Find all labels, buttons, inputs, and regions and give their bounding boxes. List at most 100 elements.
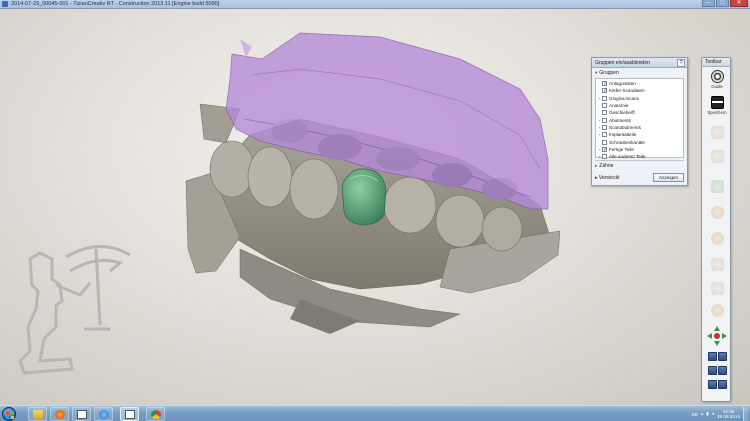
hidden-row: ▸ Versteckt Anzeigen: [592, 173, 687, 182]
checkbox[interactable]: [602, 95, 607, 101]
groups-panel: Gruppen ein/ausblenden ? ▾ Gruppen ✓ Anta…: [591, 57, 688, 186]
list-item[interactable]: Anatomie: [596, 102, 683, 109]
view-top-button[interactable]: [708, 380, 717, 389]
view-bottom-button[interactable]: [718, 380, 727, 389]
window-title: 2014-07-29_00045-001 - TizianCreativ RT …: [11, 1, 220, 7]
minimize-button[interactable]: –: [702, 0, 715, 7]
taskbar: DE ▴ ▮ ◂ 14:38 18.08.2014: [0, 405, 750, 421]
taskbar-app-1[interactable]: [72, 407, 91, 421]
teeth-section-header[interactable]: ▸ Zähne: [592, 161, 687, 171]
checkbox[interactable]: ✓: [602, 88, 607, 94]
taskbar-media-player[interactable]: [50, 407, 69, 421]
app-logo-icon: [77, 410, 87, 419]
tool-icon: [710, 282, 724, 295]
checkbox[interactable]: [602, 124, 607, 130]
list-item[interactable]: Geschiebe/ff: [596, 109, 683, 116]
crown-restoration[interactable]: [341, 168, 387, 226]
checkbox[interactable]: [602, 117, 607, 123]
tray-arrow-icon[interactable]: ▴: [701, 411, 703, 417]
volume-icon[interactable]: ◂: [712, 411, 714, 417]
tool-button[interactable]: [705, 282, 729, 296]
navigation-cross-icon[interactable]: [707, 326, 727, 346]
hidden-label: Versteckt: [598, 174, 620, 181]
taskbar-explorer[interactable]: [28, 407, 47, 421]
group-list: ✓ Antagonisten ✓ Kiefer-Scandaten + Gingiva…: [595, 78, 684, 160]
save-label: Speichern: [707, 110, 727, 115]
arrow-tool-icon: [710, 180, 724, 193]
app-icon: [2, 1, 8, 7]
list-item[interactable]: ✓ Antagonisten: [596, 80, 683, 87]
close-button[interactable]: ✕: [730, 0, 748, 7]
list-item[interactable]: + ✓ Fertige Teile: [596, 146, 683, 153]
undo-button[interactable]: [705, 126, 729, 140]
app-logo-icon: [125, 410, 135, 419]
list-item[interactable]: + Implantatteile: [596, 131, 683, 138]
group-label: Implantatteile: [609, 132, 637, 138]
expand-arrow-icon: ▸: [595, 163, 598, 168]
tool-icon: [710, 258, 724, 271]
groups-panel-title: Gruppen ein/ausblenden: [595, 59, 650, 66]
toolbar: Toolbar Guide Speichern: [701, 57, 731, 402]
taskbar-app-active[interactable]: [120, 407, 139, 421]
view-left-button[interactable]: [708, 366, 717, 375]
show-button[interactable]: Anzeigen: [652, 173, 684, 182]
guide-button[interactable]: Guide: [705, 70, 729, 89]
logo-watermark: [18, 245, 131, 375]
media-player-icon: [55, 410, 65, 419]
tool-icon: [710, 232, 724, 245]
help-button[interactable]: ?: [677, 59, 685, 67]
clock[interactable]: 14:38 18.08.2014: [717, 409, 740, 420]
group-label: Fertige Teile: [609, 146, 634, 152]
redo-button[interactable]: [705, 150, 729, 164]
view-front-button[interactable]: [708, 352, 717, 361]
show-desktop-button[interactable]: [743, 407, 748, 421]
network-icon[interactable]: ▮: [706, 411, 708, 417]
window-controls: – □ ✕: [702, 0, 748, 7]
tool-icon: [710, 206, 724, 219]
clock-date: 18.08.2014: [717, 414, 740, 419]
checkbox[interactable]: [602, 154, 607, 160]
list-item[interactable]: Schraubenkanäle: [596, 138, 683, 145]
checkbox[interactable]: [602, 132, 607, 138]
group-label: Anatomie: [609, 103, 629, 109]
checkbox[interactable]: [602, 110, 607, 116]
checkbox[interactable]: [602, 103, 607, 109]
group-label: Scanabutments: [609, 124, 641, 130]
checkbox[interactable]: ✓: [602, 81, 607, 87]
view-back-button[interactable]: [718, 352, 727, 361]
windows-logo-icon: [6, 411, 14, 419]
tool-button[interactable]: [705, 232, 729, 246]
tool-button[interactable]: [705, 258, 729, 272]
folder-icon: [33, 410, 43, 419]
hidden-section-header[interactable]: ▸ Versteckt: [595, 175, 619, 181]
title-bar: 2014-07-29_00045-001 - TizianCreativ RT …: [0, 0, 750, 9]
language-indicator[interactable]: DE: [692, 412, 698, 417]
collapse-arrow-icon: ▾: [595, 70, 598, 75]
tool-button[interactable]: [705, 206, 729, 220]
list-item[interactable]: + Abutments: [596, 116, 683, 123]
start-button[interactable]: [2, 407, 16, 421]
groups-section-label: Gruppen: [599, 70, 619, 76]
save-button[interactable]: Speichern: [705, 96, 729, 115]
group-label: Gingiva-Scans: [609, 95, 639, 101]
guide-label: Guide: [711, 84, 723, 89]
view-right-button[interactable]: [718, 366, 727, 375]
teamviewer-icon: [99, 410, 109, 419]
list-item[interactable]: + Scanabutments: [596, 124, 683, 131]
list-item[interactable]: ✓ Kiefer-Scandaten: [596, 87, 683, 94]
taskbar-chrome[interactable]: [146, 407, 165, 421]
save-icon: [710, 96, 724, 109]
taskbar-teamviewer[interactable]: [94, 407, 113, 421]
groups-section-header[interactable]: ▾ Gruppen: [592, 68, 687, 78]
group-label: Kiefer-Scandaten: [609, 88, 645, 94]
tool-button[interactable]: [705, 304, 729, 318]
chrome-icon: [151, 410, 161, 419]
group-label: Alle anderen Teile: [609, 154, 646, 160]
checkbox[interactable]: ✓: [602, 146, 607, 152]
checkbox[interactable]: [602, 139, 607, 145]
toolbar-title: Toolbar: [702, 58, 730, 67]
list-item[interactable]: + Gingiva-Scans: [596, 95, 683, 102]
maximize-button[interactable]: □: [716, 0, 729, 7]
redo-icon: [710, 150, 724, 163]
tool-button[interactable]: [705, 180, 729, 194]
